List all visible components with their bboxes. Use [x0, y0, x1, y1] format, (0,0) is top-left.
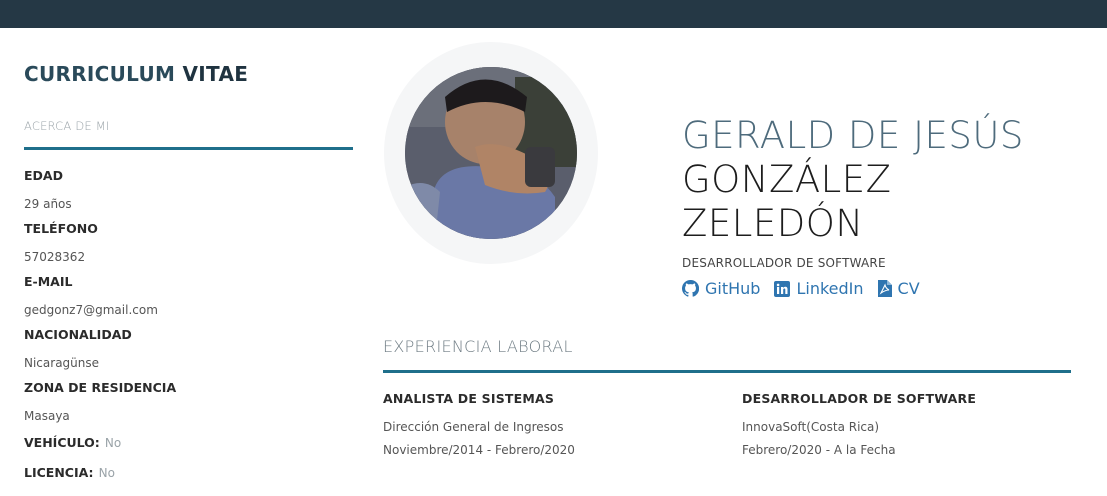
field-value: Nicaragünse	[24, 356, 100, 370]
job-dates: Noviembre/2014 - Febrero/2020	[383, 443, 575, 457]
field-residence-value: Masaya	[24, 409, 70, 423]
name-line-1: GERALD DE JESÚS	[682, 114, 1024, 157]
cv-label: CV	[897, 279, 920, 298]
field-age: EDAD	[24, 168, 63, 183]
field-value: gedgonz7@gmail.com	[24, 303, 158, 317]
field-license: LICENCIA: No	[24, 462, 115, 481]
github-label: GitHub	[705, 279, 761, 298]
cv-link[interactable]: CV	[877, 279, 920, 298]
field-label: EDAD	[24, 168, 63, 183]
field-value: No	[104, 436, 122, 450]
job-entry: ANALISTA DE SISTEMAS Dirección General d…	[383, 391, 575, 457]
cv-title: CURRICULUM VITAE	[24, 62, 354, 86]
job-entry: DESARROLLADOR DE SOFTWARE InnovaSoft(Cos…	[742, 391, 976, 457]
linkedin-label: LinkedIn	[796, 279, 864, 298]
field-phone-value: 57028362	[24, 250, 85, 264]
job-company: Dirección General de Ingresos	[383, 420, 564, 434]
profile-links: GitHub LinkedIn CV	[682, 279, 920, 298]
field-residence: ZONA DE RESIDENCIA	[24, 380, 176, 395]
field-vehicle: VEHÍCULO: No	[24, 432, 121, 451]
field-nationality: NACIONALIDAD	[24, 327, 132, 342]
profile-photo	[405, 67, 577, 239]
name-line-3: ZELEDÓN	[682, 202, 864, 245]
sidebar: CURRICULUM VITAE ACERCA DE MI EDAD 29 añ…	[24, 62, 354, 480]
top-nav-bar	[0, 0, 1107, 28]
about-divider	[24, 147, 353, 150]
field-email: E-MAIL	[24, 274, 72, 289]
field-label: ZONA DE RESIDENCIA	[24, 380, 177, 395]
github-link[interactable]: GitHub	[682, 279, 760, 298]
field-nationality-value: Nicaragünse	[24, 356, 99, 370]
github-icon	[682, 280, 699, 297]
job-title: DESARROLLADOR DE SOFTWARE	[742, 391, 977, 406]
field-label: VEHÍCULO:	[24, 435, 100, 450]
name-line-2: GONZÁLEZ	[682, 158, 892, 201]
job-dates: Febrero/2020 - A la Fecha	[742, 443, 896, 457]
linkedin-link[interactable]: LinkedIn	[774, 279, 864, 298]
field-value: Masaya	[24, 409, 70, 423]
field-label: NACIONALIDAD	[24, 327, 132, 342]
field-value: 29 años	[24, 197, 72, 211]
experience-divider	[383, 370, 1071, 373]
avatar	[405, 67, 577, 239]
cv-title-part2: VITAE	[182, 62, 249, 86]
job-company: InnovaSoft(Costa Rica)	[742, 420, 880, 434]
field-value: 57028362	[24, 250, 86, 264]
experience-heading: EXPERIENCIA LABORAL	[383, 337, 573, 356]
field-email-value: gedgonz7@gmail.com	[24, 303, 158, 317]
profile-role: DESARROLLADOR DE SOFTWARE	[682, 256, 886, 270]
field-value: No	[98, 466, 115, 480]
about-section-label: ACERCA DE MI	[24, 119, 110, 133]
field-label: E-MAIL	[24, 274, 73, 289]
linkedin-icon	[774, 280, 791, 297]
field-phone: TELÉFONO	[24, 221, 98, 236]
pdf-icon	[877, 280, 892, 297]
field-label: TELÉFONO	[24, 221, 98, 236]
profile-name: GERALD DE JESÚS GONZÁLEZ ZELEDÓN	[682, 114, 1024, 246]
field-age-value: 29 años	[24, 197, 72, 211]
job-title: ANALISTA DE SISTEMAS	[383, 391, 555, 406]
field-label: LICENCIA:	[24, 465, 94, 480]
cv-title-part1: CURRICULUM	[24, 62, 176, 86]
